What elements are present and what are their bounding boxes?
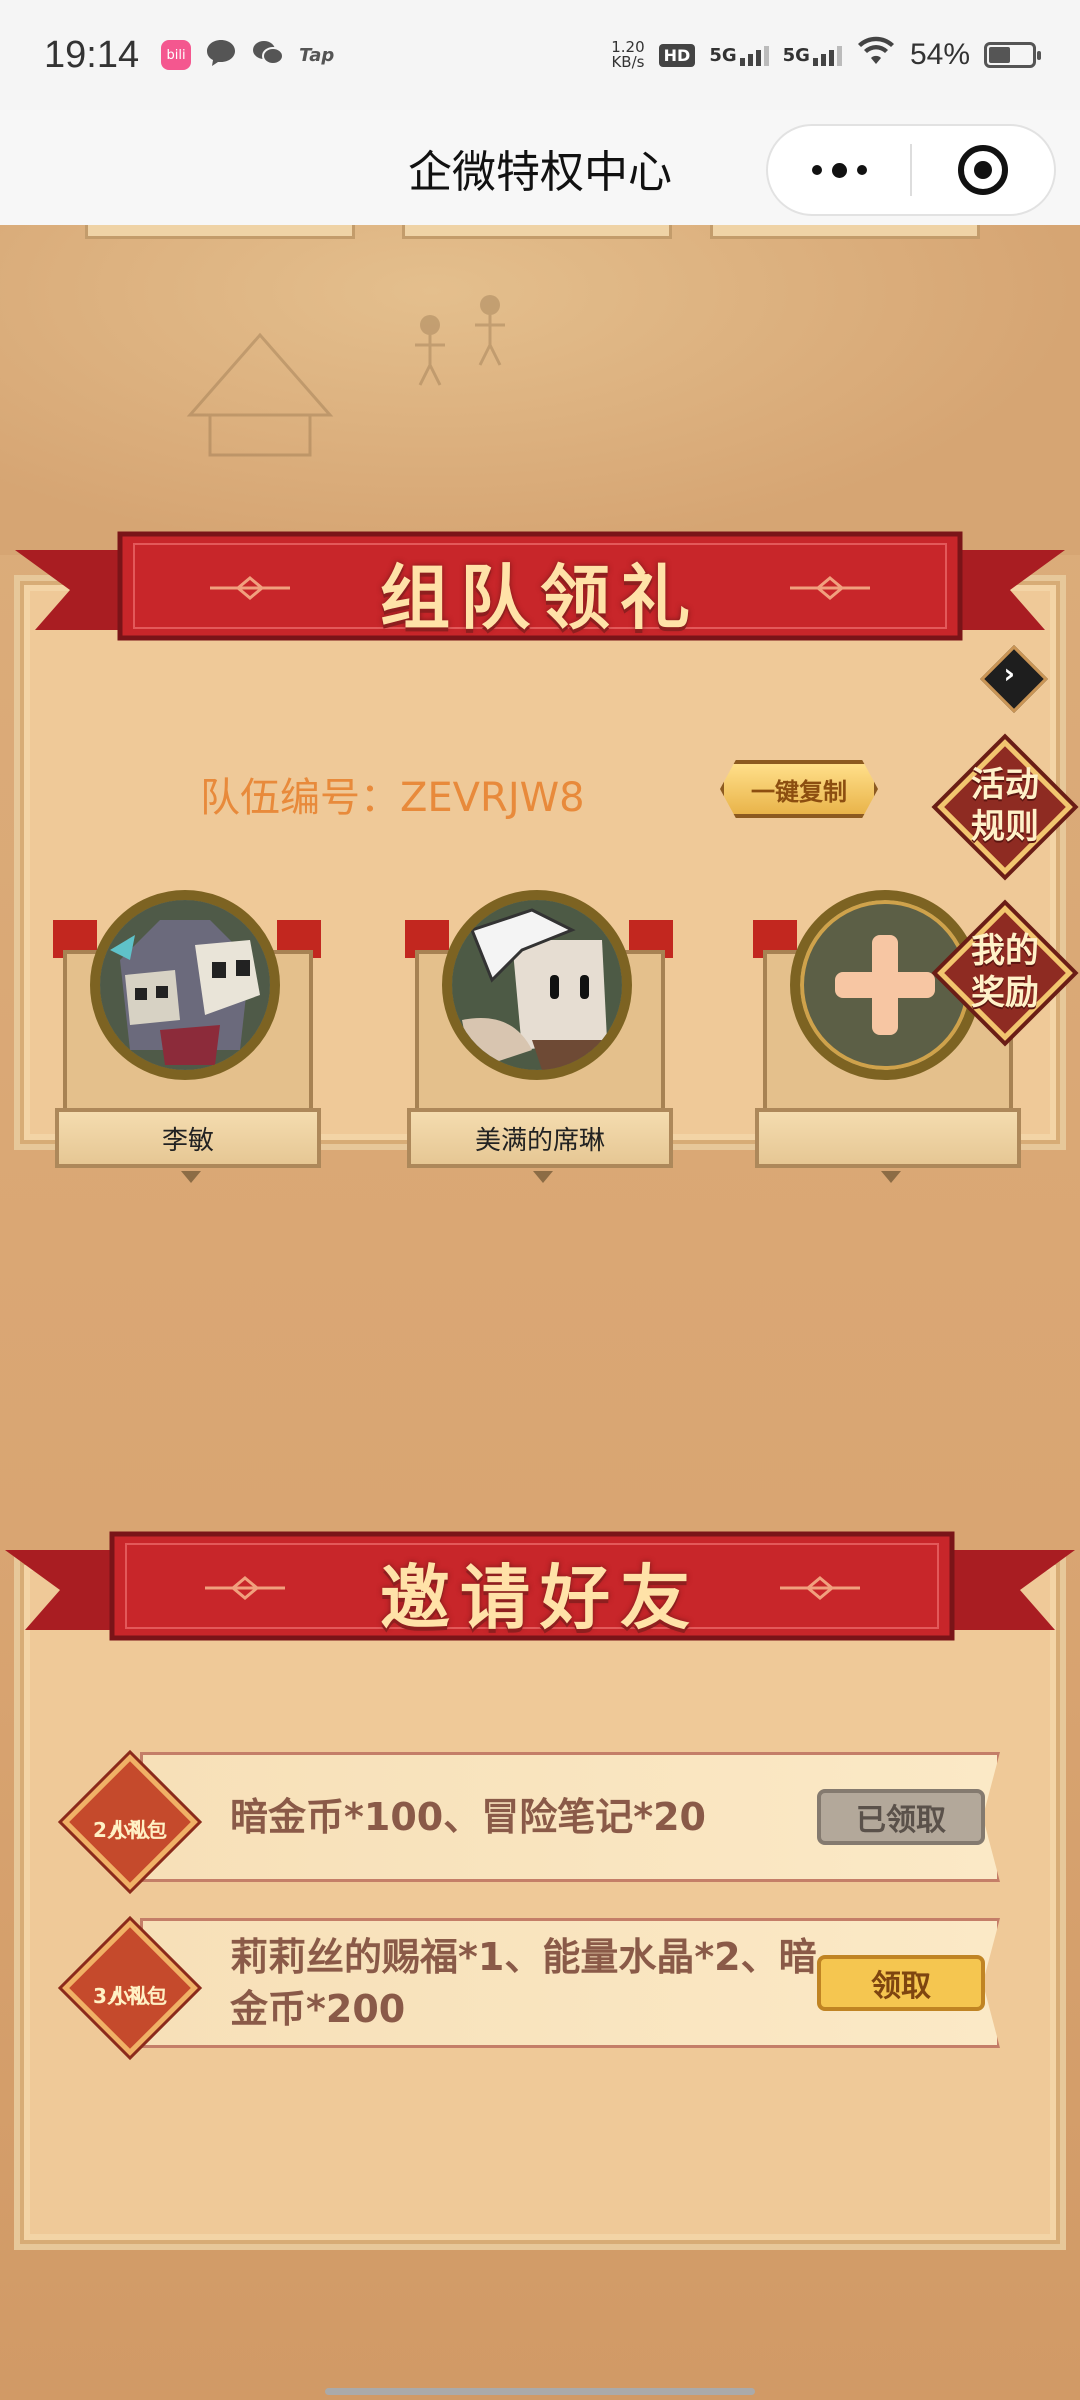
top-tab-decoration	[402, 225, 672, 239]
member-avatar	[442, 890, 632, 1080]
gift-reward-text: 暗金币*100、冒险笔记*20	[230, 1795, 706, 1839]
network-speed: 1.20 KB/s	[611, 40, 644, 70]
chevron-right-icon: ›	[1003, 657, 1016, 691]
close-mini-program-button[interactable]	[912, 126, 1054, 214]
message-icon	[205, 38, 237, 72]
wechat-icon	[251, 38, 285, 72]
skull-warrior-avatar-icon	[100, 900, 270, 1070]
close-target-icon	[958, 145, 1008, 195]
rules-button-label: 活动规则	[971, 765, 1039, 847]
gift-badge-2-person: 小队 2人礼包	[60, 1752, 200, 1892]
member-name-plate: 美满的席琳	[407, 1108, 673, 1168]
battery-icon	[984, 42, 1041, 68]
team-member-slot-2[interactable]: 美满的席琳	[397, 890, 682, 1220]
gift-row-3-person: 小队 3人礼包 莉莉丝的赐福*1、能量水晶*2、暗金币*200 领取	[60, 1918, 1025, 2056]
rewards-button-label: 我的奖励	[971, 931, 1039, 1013]
page-title: 企微特权中心	[408, 146, 672, 198]
sim2-label: 5G	[782, 44, 810, 66]
member-name-plate: 李敏	[55, 1108, 321, 1168]
member-name-plate	[755, 1108, 1021, 1168]
gift-reward-text: 莉莉丝的赐福*1、能量水晶*2、暗金币*200	[230, 1935, 817, 2031]
team-code-label: 队伍编号：	[200, 775, 400, 821]
taptap-icon: Tap	[299, 44, 335, 66]
team-code-value: ZEVRJW8	[400, 775, 585, 821]
team-code-text: 队伍编号：ZEVRJW8	[200, 765, 585, 823]
claimed-button[interactable]: 已领取	[817, 1789, 985, 1845]
status-bar: 19:14 bili Tap 1.20 KB/s HD 5G 5G 54%	[0, 0, 1080, 110]
invite-section-title: 邀请好友	[380, 1557, 700, 1639]
home-indicator[interactable]	[325, 2388, 755, 2395]
gift-badge-3-person: 小队 3人礼包	[60, 1918, 200, 2058]
mini-program-capsule	[766, 124, 1056, 216]
plate-pointer	[533, 1171, 553, 1183]
invite-ribbon-banner: 邀请好友	[0, 1520, 1080, 1660]
notification-icons: bili Tap	[161, 38, 334, 72]
my-rewards-button[interactable]: 我的奖励	[937, 905, 1073, 1041]
plus-icon	[835, 935, 935, 1035]
status-time: 19:14	[44, 33, 140, 76]
signal-sim2-icon: 5G	[783, 45, 842, 66]
battery-percent: 54%	[909, 38, 970, 71]
plate-pointer	[181, 1171, 201, 1183]
white-hair-hero-avatar-icon	[452, 900, 622, 1070]
copy-code-button[interactable]: 一键复制	[720, 760, 878, 818]
team-section-title: 组队领礼	[380, 557, 700, 639]
claim-button[interactable]: 领取	[817, 1955, 985, 2011]
bilibili-icon: bili	[161, 40, 192, 70]
gift-badge-label: 小队 3人礼包	[60, 1950, 200, 2008]
gift-row-2-person: 小队 2人礼包 暗金币*100、冒险笔记*20 已领取	[60, 1752, 1025, 1890]
activity-rules-button[interactable]: 活动规则	[937, 739, 1073, 875]
member-name: 李敏	[161, 1125, 214, 1156]
network-speed-unit: KB/s	[611, 53, 645, 71]
more-menu-button[interactable]	[768, 126, 910, 214]
wifi-icon	[856, 36, 896, 74]
gift-badge-label: 小队 2人礼包	[60, 1784, 200, 1842]
signal-sim1-icon: 5G	[709, 44, 769, 66]
member-name: 美满的席琳	[474, 1125, 605, 1156]
badge-line-2: 2人礼包	[93, 1818, 167, 1842]
bilibili-label: bili	[166, 47, 186, 63]
background-map-art	[0, 225, 1080, 555]
team-ribbon-banner: 组队领礼	[0, 520, 1080, 660]
top-tab-decoration	[85, 225, 355, 239]
mini-program-nav-bar: 企微特权中心	[0, 110, 1080, 225]
sim1-label: 5G	[709, 44, 737, 66]
team-member-slot-1[interactable]: 李敏	[45, 890, 330, 1220]
member-avatar	[90, 890, 280, 1080]
top-tab-decoration	[710, 225, 980, 239]
hd-icon: HD	[658, 43, 696, 67]
more-dots-icon	[811, 162, 867, 178]
plate-pointer	[881, 1171, 901, 1183]
village-sketch-decoration	[186, 295, 505, 457]
badge-line-2: 3人礼包	[93, 1984, 167, 2008]
